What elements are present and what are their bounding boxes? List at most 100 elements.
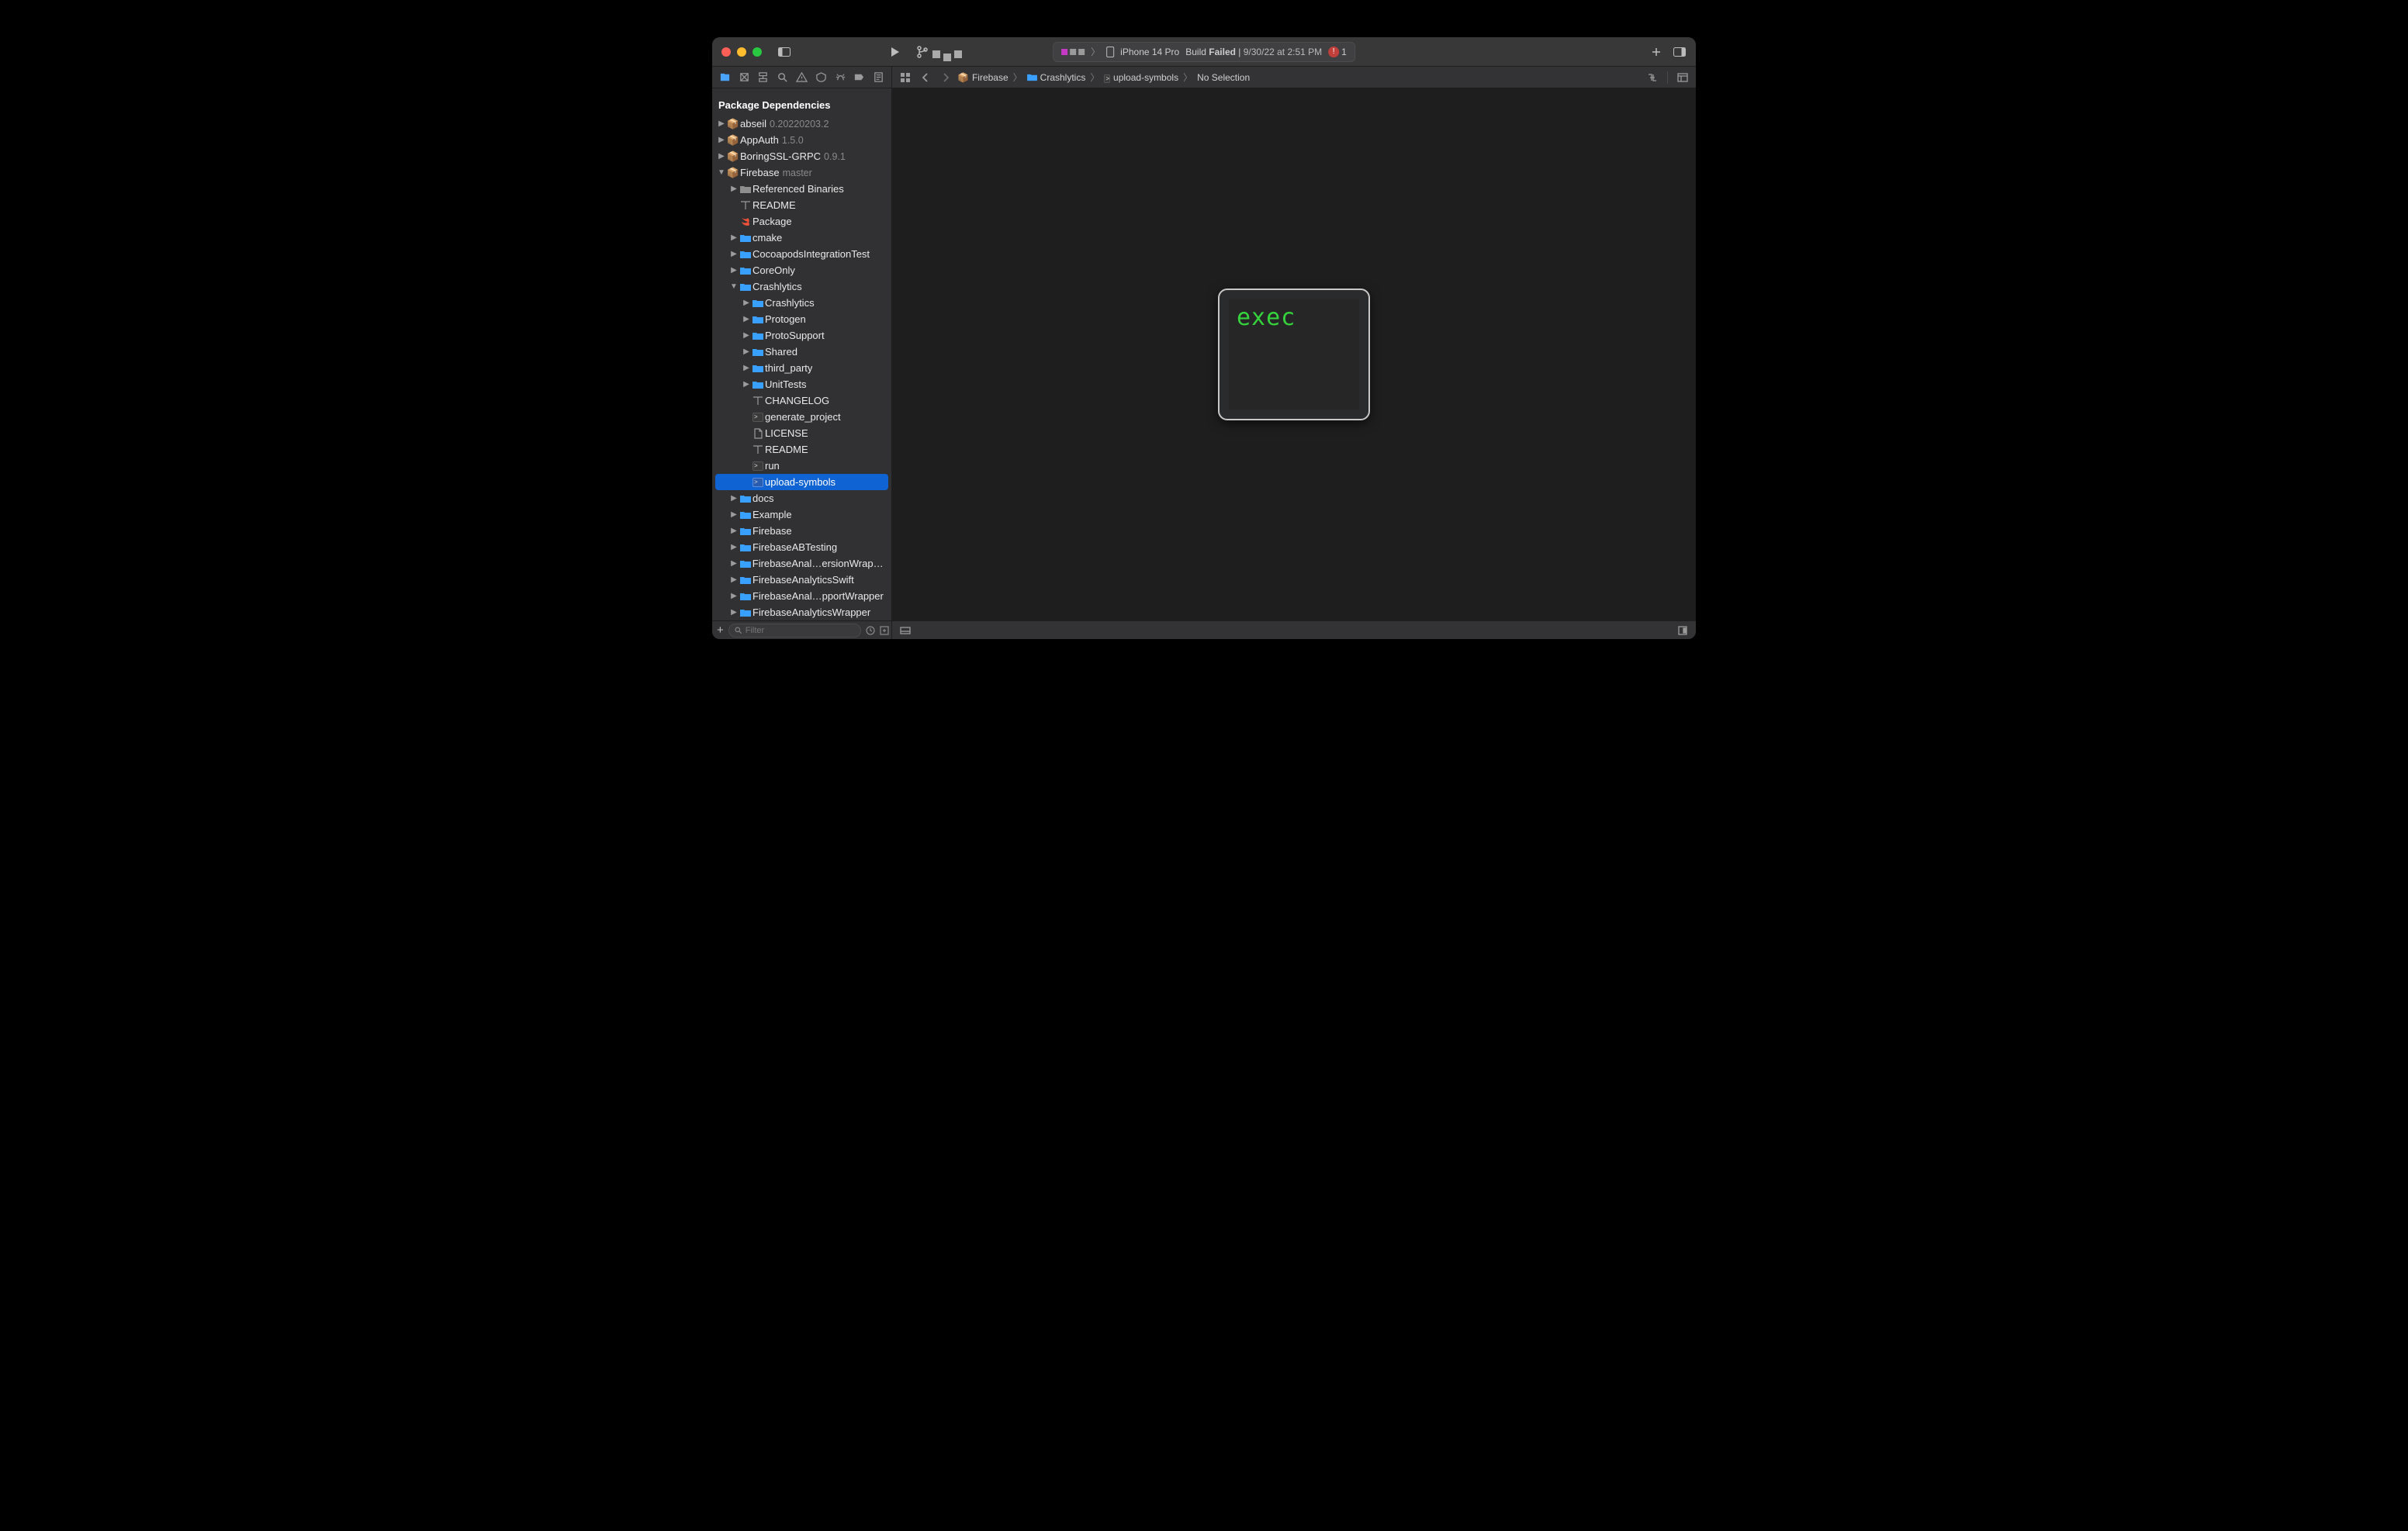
find-navigator-tab[interactable] — [773, 68, 792, 87]
review-changes-button[interactable] — [1644, 73, 1661, 82]
package-abseil[interactable]: ▶ 📦 abseil 0.20220203.2 — [712, 116, 891, 132]
chevron-right-icon: 〉 — [1091, 45, 1100, 58]
shell-icon — [1104, 72, 1110, 83]
folder-fabtesting[interactable]: ▶FirebaseABTesting — [712, 539, 891, 555]
crumb-file[interactable]: upload-symbols — [1104, 72, 1178, 83]
scm-filter-button[interactable] — [880, 624, 889, 637]
navigator-content[interactable]: Package Dependencies ▶ 📦 abseil 0.202202… — [712, 88, 891, 620]
editor-options-button[interactable] — [1674, 73, 1691, 82]
editor-canvas: exec — [892, 88, 1696, 620]
folder-fanal-supp[interactable]: ▶FirebaseAnal…pportWrapper — [712, 588, 891, 604]
filter-input[interactable] — [746, 626, 856, 635]
file-run[interactable]: ▶run — [712, 458, 891, 474]
toggle-minimap-button[interactable] — [1674, 626, 1691, 635]
navigator-footer: + — [712, 620, 891, 639]
jump-bar: 📦Firebase 〉 Crashlytics 〉 upload-symbols… — [892, 67, 1696, 88]
book-icon — [751, 396, 765, 406]
folder-icon — [739, 575, 752, 585]
package-icon: 📦 — [957, 72, 969, 83]
folder-fanal-ext[interactable]: ▶FirebaseAnal…ersionWrapper — [712, 555, 891, 572]
file-readme[interactable]: ▶README — [712, 197, 891, 213]
folder-cmake[interactable]: ▶cmake — [712, 230, 891, 246]
folder-icon — [739, 185, 752, 194]
toggle-navigator-button[interactable] — [774, 42, 794, 62]
run-button[interactable] — [884, 42, 905, 62]
swift-icon — [739, 216, 752, 227]
package-icon: 📦 — [726, 167, 740, 179]
toolbar: 〉 iPhone 14 Pro Build Failed | 9/30/22 a… — [712, 37, 1696, 67]
crumb-package[interactable]: 📦Firebase — [957, 72, 1009, 83]
folder-fanal-wrap[interactable]: ▶FirebaseAnalyticsWrapper — [712, 604, 891, 620]
folder-docs[interactable]: ▶docs — [712, 490, 891, 506]
disclosure-right-icon[interactable]: ▶ — [717, 136, 726, 144]
chevron-right-icon: 〉 — [1013, 71, 1022, 84]
source-control-navigator-tab[interactable] — [735, 68, 754, 87]
disclosure-right-icon[interactable]: ▶ — [717, 152, 726, 161]
file-upload-symbols[interactable]: ▶upload-symbols — [715, 474, 888, 490]
chevron-right-icon: 〉 — [1090, 71, 1099, 84]
folder-icon — [739, 510, 752, 520]
file-package[interactable]: ▶Package — [712, 213, 891, 230]
folder-fanal-swift[interactable]: ▶FirebaseAnalyticsSwift — [712, 572, 891, 588]
folder-crashlytics[interactable]: ▼Crashlytics — [712, 278, 891, 295]
related-items-button[interactable] — [897, 72, 914, 83]
folder-protogen[interactable]: ▶Protogen — [712, 311, 891, 327]
status-dots-icon — [1061, 49, 1085, 55]
crumb-folder[interactable]: Crashlytics — [1027, 72, 1086, 83]
disclosure-down-icon[interactable]: ▼ — [729, 282, 739, 291]
folder-icon — [739, 250, 752, 259]
book-icon — [751, 445, 765, 454]
project-navigator-tab[interactable] — [715, 68, 735, 87]
folder-crashlytics-inner[interactable]: ▶Crashlytics — [712, 295, 891, 311]
close-window-button[interactable] — [721, 47, 731, 57]
add-button[interactable] — [1646, 42, 1666, 62]
package-firebase[interactable]: ▼ 📦 Firebase master — [712, 164, 891, 181]
folder-icon — [739, 543, 752, 552]
file-license[interactable]: ▶LICENSE — [712, 425, 891, 441]
report-navigator-tab[interactable] — [869, 68, 888, 87]
issue-navigator-tab[interactable] — [792, 68, 811, 87]
xcode-window: 〉 iPhone 14 Pro Build Failed | 9/30/22 a… — [712, 37, 1696, 639]
recent-files-button[interactable] — [866, 624, 875, 637]
document-icon — [751, 428, 765, 439]
folder-firebase-inner[interactable]: ▶Firebase — [712, 523, 891, 539]
book-icon — [739, 201, 752, 210]
folder-thirdparty[interactable]: ▶third_party — [712, 360, 891, 376]
zoom-window-button[interactable] — [752, 47, 762, 57]
activity-status[interactable]: 〉 iPhone 14 Pro Build Failed | 9/30/22 a… — [1053, 42, 1355, 62]
file-generate-project[interactable]: ▶generate_project — [712, 409, 891, 425]
device-icon — [1106, 47, 1114, 57]
toggle-inspector-button[interactable] — [1669, 42, 1690, 62]
breakpoint-navigator-tab[interactable] — [849, 68, 869, 87]
file-readme-crash[interactable]: ▶README — [712, 441, 891, 458]
scheme-selector[interactable] — [917, 46, 962, 58]
back-button[interactable] — [917, 73, 934, 82]
add-file-button[interactable]: + — [717, 624, 724, 637]
folder-cocoapods[interactable]: ▶CocoapodsIntegrationTest — [712, 246, 891, 262]
test-navigator-tab[interactable] — [811, 68, 831, 87]
symbol-navigator-tab[interactable] — [754, 68, 773, 87]
file-changelog[interactable]: ▶CHANGELOG — [712, 392, 891, 409]
filter-field[interactable] — [728, 624, 861, 638]
forward-button[interactable] — [937, 73, 954, 82]
debug-navigator-tab[interactable] — [831, 68, 850, 87]
package-appauth[interactable]: ▶ 📦 AppAuth 1.5.0 — [712, 132, 891, 148]
branch-icon — [917, 46, 928, 58]
package-boringssl[interactable]: ▶ 📦 BoringSSL-GRPC 0.9.1 — [712, 148, 891, 164]
folder-icon — [739, 282, 752, 292]
crumb-selection[interactable]: No Selection — [1197, 72, 1250, 83]
minimize-window-button[interactable] — [737, 47, 746, 57]
folder-referenced-binaries[interactable]: ▶Referenced Binaries — [712, 181, 891, 197]
folder-shared[interactable]: ▶Shared — [712, 344, 891, 360]
toggle-debug-area-button[interactable] — [897, 627, 914, 634]
folder-example[interactable]: ▶Example — [712, 506, 891, 523]
folder-unittests[interactable]: ▶UnitTests — [712, 376, 891, 392]
disclosure-right-icon[interactable]: ▶ — [717, 119, 726, 128]
folder-protosupport[interactable]: ▶ProtoSupport — [712, 327, 891, 344]
filter-icon — [734, 626, 742, 634]
error-count-badge[interactable]: !1 — [1328, 47, 1347, 57]
run-destination: iPhone 14 Pro — [1120, 47, 1179, 57]
folder-coreonly[interactable]: ▶CoreOnly — [712, 262, 891, 278]
disclosure-down-icon[interactable]: ▼ — [717, 168, 726, 177]
editor-footer — [892, 620, 1696, 639]
